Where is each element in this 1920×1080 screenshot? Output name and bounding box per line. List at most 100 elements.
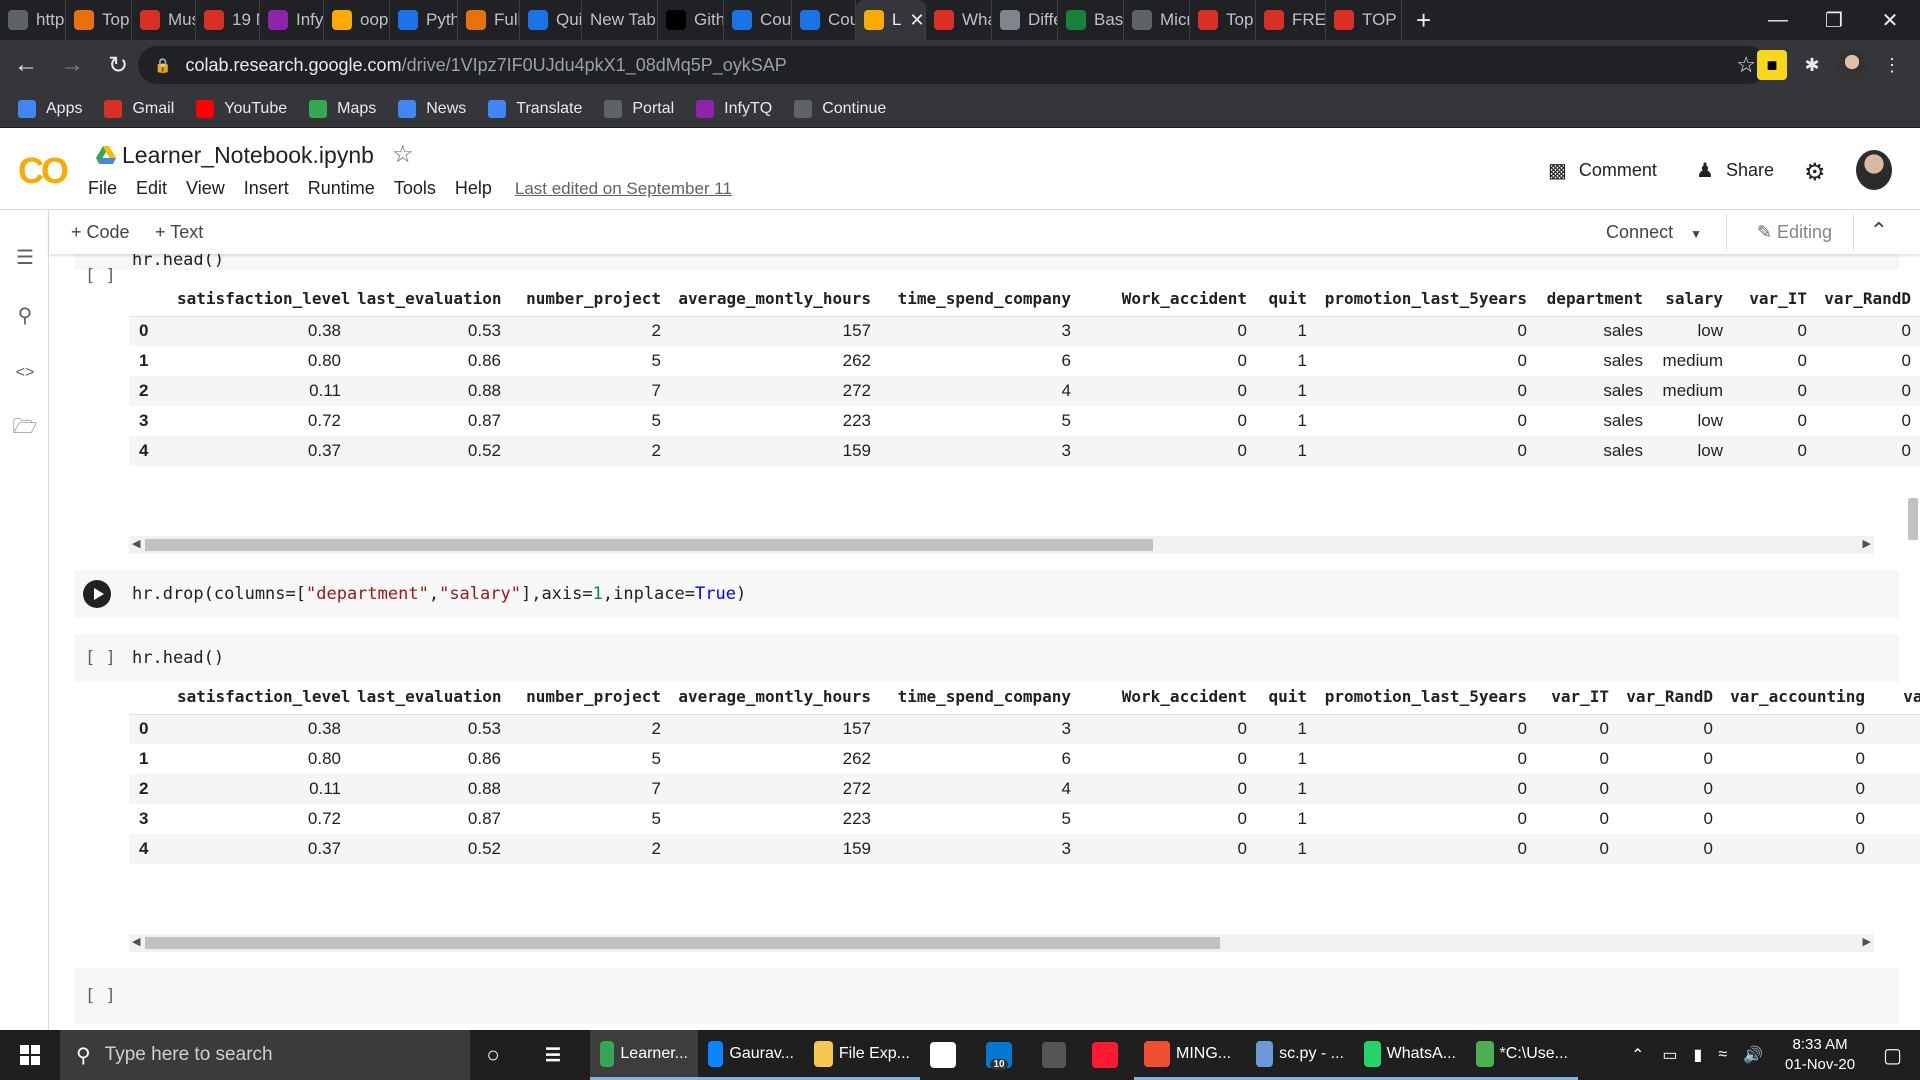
menu-file[interactable]: File: [88, 178, 117, 199]
browser-tab[interactable]: FREE: [1256, 0, 1326, 40]
share-button[interactable]: ♟ Share: [1696, 158, 1774, 183]
add-text-button[interactable]: + Text: [155, 222, 203, 243]
add-code-button[interactable]: + Code: [71, 222, 130, 243]
taskbar-app[interactable]: [920, 1030, 976, 1080]
menu-tools[interactable]: Tools: [394, 178, 436, 199]
cell-3-execution-bracket[interactable]: [ ]: [85, 648, 116, 668]
bookmark-maps[interactable]: Maps: [309, 99, 376, 118]
code-cell-3[interactable]: [75, 634, 1899, 682]
code-cell-4[interactable]: [75, 968, 1899, 1024]
browser-tab[interactable]: L ✕: [856, 0, 926, 40]
new-tab-button[interactable]: +: [1416, 5, 1431, 36]
taskbar-app[interactable]: MING...: [1134, 1030, 1246, 1080]
search-icon[interactable]: ⚲: [12, 302, 38, 328]
restore-button[interactable]: ❐: [1804, 0, 1864, 40]
battery-icon[interactable]: ▮: [1694, 1045, 1703, 1065]
menu-edit[interactable]: Edit: [136, 178, 167, 199]
start-button[interactable]: [0, 1030, 60, 1080]
table-of-contents-icon[interactable]: ☰: [12, 244, 38, 270]
taskbar-app[interactable]: 10: [976, 1030, 1032, 1080]
browser-tab[interactable]: 19 N: [196, 0, 260, 40]
taskbar-app[interactable]: [1082, 1030, 1134, 1080]
reload-button[interactable]: ↻: [98, 45, 138, 85]
minimize-button[interactable]: —: [1748, 0, 1808, 40]
bookmark-apps[interactable]: Apps: [18, 99, 82, 118]
forward-button[interactable]: →: [52, 45, 92, 85]
comment-button[interactable]: ▩ Comment: [1548, 158, 1657, 183]
notebook-vertical-scrollbar[interactable]: [1908, 498, 1918, 540]
connect-button[interactable]: Connect ▼: [1606, 222, 1702, 243]
browser-tab[interactable]: Top: [66, 0, 132, 40]
taskbar-app[interactable]: [1032, 1030, 1082, 1080]
taskbar-search-box[interactable]: ⚲ Type here to search: [60, 1030, 470, 1080]
volume-icon[interactable]: 🔊: [1743, 1045, 1763, 1065]
close-window-button[interactable]: ✕: [1860, 0, 1920, 40]
browser-tab[interactable]: Micr: [1124, 0, 1190, 40]
scroll-right-arrow-icon[interactable]: ▶: [1863, 537, 1871, 550]
close-tab-icon[interactable]: ✕: [909, 10, 924, 31]
bookmark-portal[interactable]: Portal: [604, 99, 674, 118]
browser-tab[interactable]: Basi: [1058, 0, 1124, 40]
taskbar-app[interactable]: ○: [470, 1030, 530, 1080]
menu-help[interactable]: Help: [455, 178, 492, 199]
show-hidden-icons-icon[interactable]: ⌃: [1631, 1045, 1644, 1065]
profile-avatar-icon[interactable]: [1837, 50, 1867, 80]
editing-mode-button[interactable]: ✎ Editing: [1757, 222, 1832, 243]
browser-tab[interactable]: Gith: [658, 0, 724, 40]
browser-tab[interactable]: Pyth: [390, 0, 458, 40]
menu-view[interactable]: View: [186, 178, 225, 199]
code-cell-2-source[interactable]: hr.drop(columns=["department","salary"],…: [132, 584, 746, 604]
scrollbar-thumb[interactable]: [145, 539, 1153, 551]
browser-tab[interactable]: New Tab: [582, 0, 658, 40]
browser-tab[interactable]: Top: [1190, 0, 1256, 40]
browser-tab[interactable]: Cou: [724, 0, 792, 40]
bookmark-translate[interactable]: Translate: [488, 99, 582, 118]
output-2-horizontal-scrollbar[interactable]: ◀ ▶: [129, 934, 1874, 952]
taskbar-app[interactable]: Learner...: [590, 1030, 698, 1080]
bookmark-continue[interactable]: Continue: [794, 99, 886, 118]
taskbar-app[interactable]: *C:\Use...: [1466, 1030, 1578, 1080]
run-cell-button[interactable]: [83, 580, 111, 608]
scroll-left-arrow-icon[interactable]: ◀: [132, 537, 140, 550]
browser-tab[interactable]: Infy: [260, 0, 324, 40]
browser-tab[interactable]: Wha: [926, 0, 992, 40]
code-cell-1[interactable]: [75, 254, 1899, 270]
wifi-icon[interactable]: ≈: [1718, 1046, 1727, 1064]
browser-tab[interactable]: Diffe: [992, 0, 1058, 40]
code-cell-3-source[interactable]: hr.head(): [132, 648, 224, 668]
back-button[interactable]: ←: [6, 45, 46, 85]
menu-insert[interactable]: Insert: [244, 178, 289, 199]
scroll-right-arrow-icon[interactable]: ▶: [1863, 935, 1871, 948]
bookmark-news[interactable]: News: [398, 99, 466, 118]
browser-tab[interactable]: Cou: [792, 0, 856, 40]
address-bar[interactable]: 🔒 colab.research.google.com/drive/1VIpz7…: [138, 46, 1768, 84]
bookmark-infytq[interactable]: InfyTQ: [696, 99, 772, 118]
settings-gear-icon[interactable]: ⚙: [1804, 158, 1826, 187]
bookmark-youtube[interactable]: YouTube: [196, 99, 287, 118]
files-folder-icon[interactable]: 🗁: [12, 416, 38, 442]
puzzle-icon[interactable]: ✱: [1797, 50, 1827, 80]
cell-1-execution-bracket[interactable]: [ ]: [85, 266, 116, 286]
clock[interactable]: 8:33 AM 01-Nov-20: [1785, 1035, 1855, 1075]
output-1-horizontal-scrollbar[interactable]: ◀ ▶: [129, 536, 1874, 554]
notifications-icon[interactable]: ▢: [1883, 1043, 1902, 1068]
browser-tab[interactable]: Quic: [520, 0, 582, 40]
kebab-menu-icon[interactable]: ⋮: [1877, 50, 1907, 80]
colab-logo[interactable]: CO: [18, 150, 69, 192]
code-snippets-icon[interactable]: <>: [12, 360, 38, 386]
code-cell-1-source[interactable]: hr.head(): [132, 254, 224, 270]
last-edited-link[interactable]: Last edited on September 11: [515, 179, 732, 199]
extension-icon[interactable]: ■: [1757, 50, 1787, 80]
user-avatar[interactable]: [1856, 150, 1892, 190]
taskbar-app[interactable]: sc.py - ...: [1246, 1030, 1354, 1080]
taskbar-app[interactable]: WhatsA...: [1354, 1030, 1466, 1080]
battery-saver-icon[interactable]: ▭: [1662, 1045, 1677, 1065]
cell-4-execution-bracket[interactable]: [ ]: [85, 986, 116, 1006]
taskbar-app[interactable]: File Exp...: [804, 1030, 920, 1080]
browser-tab[interactable]: TOP: [1326, 0, 1402, 40]
collapse-header-icon[interactable]: ⌃: [1870, 218, 1888, 244]
menu-runtime[interactable]: Runtime: [308, 178, 375, 199]
browser-tab[interactable]: http: [0, 0, 66, 40]
taskbar-app[interactable]: ☰: [530, 1030, 590, 1080]
browser-tab[interactable]: FullS: [458, 0, 520, 40]
